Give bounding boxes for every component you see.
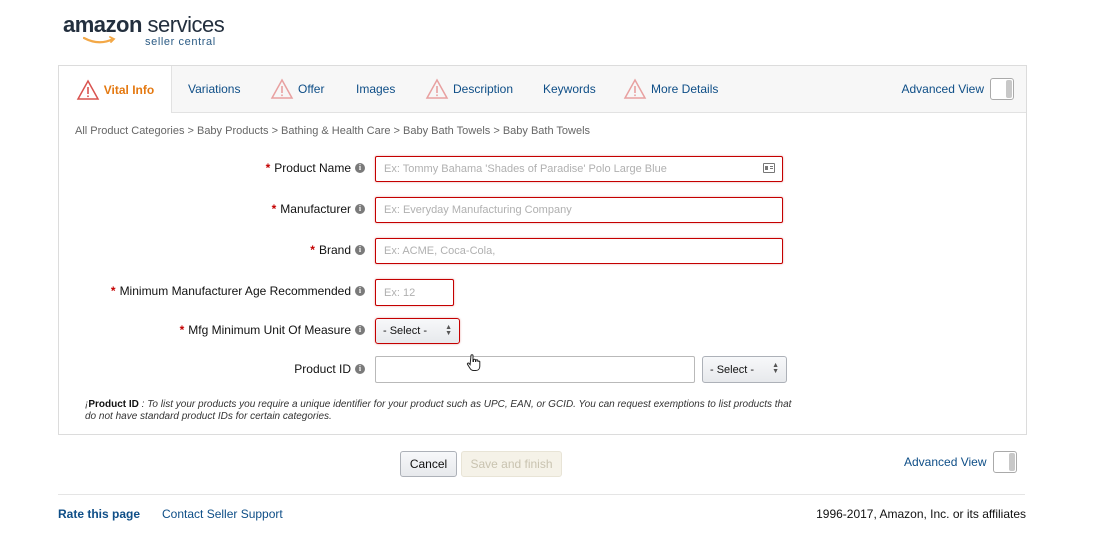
tab-label: Images [356,82,396,96]
manufacturer-input[interactable] [375,197,783,223]
min-unit-select[interactable]: - Select - ▲ ▼ [375,318,460,344]
id-card-icon[interactable] [763,163,775,173]
note-term: Product ID [88,399,139,410]
note-text: : To list your products you require a un… [85,399,792,422]
cancel-button[interactable]: Cancel [400,451,457,477]
info-icon[interactable]: i [355,163,365,173]
info-icon[interactable]: i [355,245,365,255]
tab-images[interactable]: Images [356,66,395,112]
label-text: Product ID [294,362,351,376]
amazon-services-logo[interactable]: amazon services seller central [63,12,233,50]
save-and-finish-button[interactable]: Save and finish [461,451,562,477]
brand-label: * Brand i [310,243,365,257]
toggle-switch[interactable] [990,78,1014,100]
hand-cursor-icon [466,354,481,371]
warning-icon [270,78,294,99]
toggle-knob [1006,80,1012,98]
advanced-view-label: Advanced View [901,82,985,96]
product-name-input[interactable] [375,156,783,182]
info-icon[interactable]: i [355,364,365,374]
brand-input[interactable] [375,238,783,264]
logo-wordmark: amazon services [63,12,225,38]
label-text: Minimum Manufacturer Age Recommended [119,284,351,298]
tab-label: Description [453,82,514,96]
advanced-view-label: Advanced View [904,455,987,469]
required-marker: * [265,161,271,175]
toggle-knob [1008,453,1015,471]
advanced-view-toggle-top[interactable]: Advanced View [901,78,1014,100]
contact-seller-support-link[interactable]: Contact Seller Support [162,507,283,521]
product-id-label: Product ID i [294,362,365,376]
footer-divider [58,494,1025,495]
info-icon[interactable]: i [355,286,365,296]
amazon-smile-icon [83,36,116,44]
select-value: - Select - [383,325,428,337]
tab-label: Vital Info [103,82,155,97]
label-text: Manufacturer [280,202,351,216]
logo-brand-word: amazon [63,12,142,37]
required-marker: * [310,243,315,257]
tab-description[interactable]: Description [425,66,513,112]
min-unit-label: * Mfg Minimum Unit Of Measure i [180,323,365,337]
product-name-label: * Product Name i [266,161,365,175]
logo-subtitle: seller central [145,36,216,48]
product-id-help-note: ¡Product ID : To list your products you … [85,399,805,423]
tab-offer[interactable]: Offer [270,66,324,112]
copyright-text: 1996-2017, Amazon, Inc. or its affiliate… [816,507,1026,521]
info-icon[interactable]: i [355,204,365,214]
logo-service-word: services [147,12,225,37]
label-text: Brand [318,243,351,257]
required-marker: * [110,284,116,298]
min-age-label: * Minimum Manufacturer Age Recommended i [111,284,365,298]
add-product-panel: Vital Info Variations Offer Images Descr… [58,65,1027,435]
required-marker: * [179,323,185,337]
warning-icon [425,78,449,99]
required-marker: * [271,202,277,216]
tab-label: More Details [651,82,719,96]
tab-bar: Vital Info Variations Offer Images Descr… [59,66,1026,113]
rate-this-page-link[interactable]: Rate this page [58,507,140,521]
tab-vital-info[interactable]: Vital Info [59,66,172,113]
breadcrumb: All Product Categories > Baby Products >… [75,125,591,137]
manufacturer-label: * Manufacturer i [272,202,365,216]
warning-icon [623,78,647,99]
info-icon[interactable]: i [355,325,365,335]
tab-label: Offer [298,82,325,96]
tab-variations[interactable]: Variations [188,66,240,112]
product-id-type-select[interactable]: - Select - ▲ ▼ [702,356,787,383]
tab-label: Variations [188,82,241,96]
toggle-switch[interactable] [992,451,1017,473]
warning-icon [76,78,100,100]
label-text: Mfg Minimum Unit Of Measure [188,323,351,337]
advanced-view-toggle-bottom[interactable]: Advanced View [904,451,1017,473]
label-text: Product Name [274,161,351,175]
select-arrows-icon: ▲ ▼ [772,362,779,375]
tab-label: Keywords [543,82,596,96]
select-value: - Select - [710,363,755,376]
min-age-input[interactable] [375,279,454,306]
product-id-input[interactable] [375,356,695,383]
tab-more-details[interactable]: More Details [623,66,718,112]
select-arrows-icon: ▲ ▼ [445,324,452,337]
tab-keywords[interactable]: Keywords [543,66,596,112]
